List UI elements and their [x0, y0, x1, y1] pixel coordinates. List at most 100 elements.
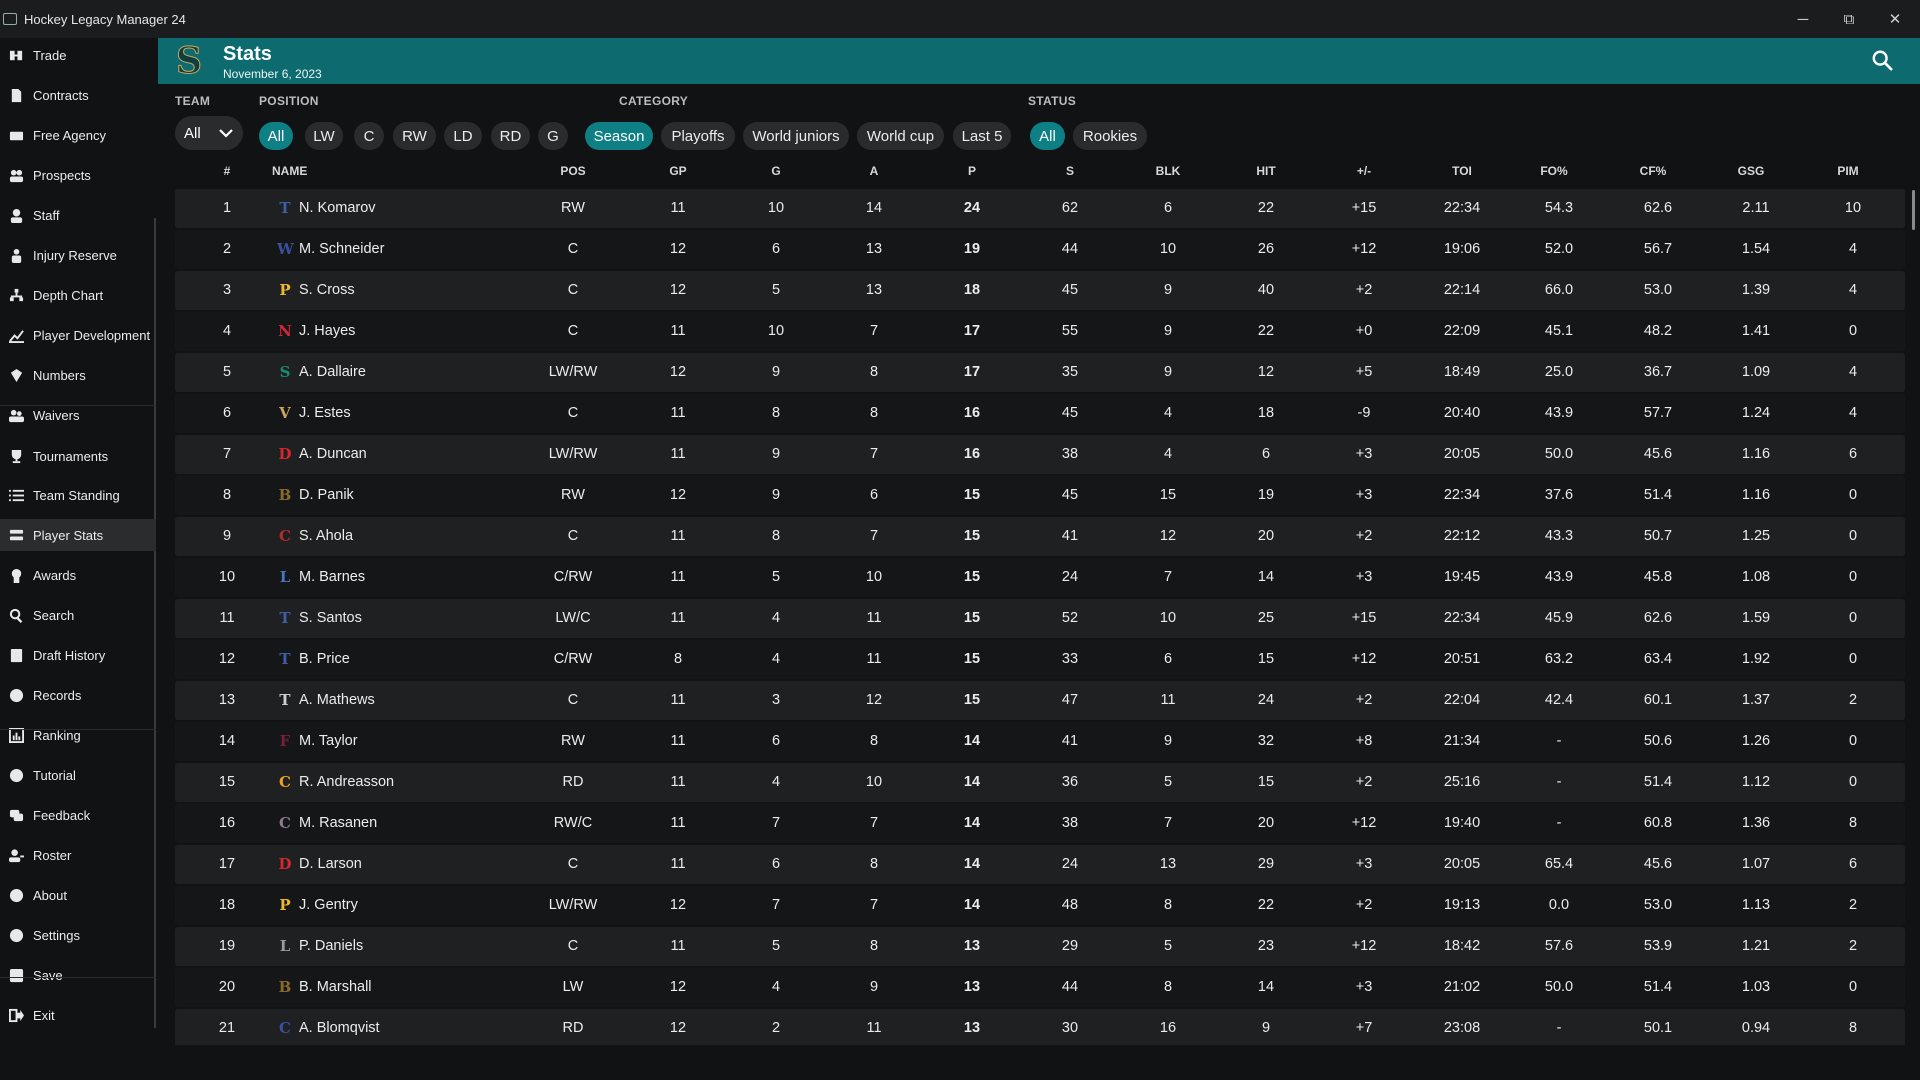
player-name[interactable]: A. Mathews — [299, 692, 375, 708]
sidebar-item-awards[interactable]: Awards — [0, 559, 156, 591]
player-name[interactable]: B. Price — [299, 651, 350, 667]
column-header-toi[interactable]: TOI — [1452, 164, 1472, 178]
column-header-p[interactable]: P — [968, 164, 976, 178]
table-scrollbar[interactable] — [1912, 190, 1915, 230]
category-filter-season[interactable]: Season — [585, 122, 653, 150]
player-name[interactable]: B. Marshall — [299, 979, 372, 995]
sidebar-item-injury-reserve[interactable]: Injury Reserve — [0, 239, 156, 271]
table-row[interactable]: L M. Barnes 10 C/RW 11 5 10 15 24 7 14 +3 19:45 43.9 4… — [175, 558, 1905, 597]
player-name[interactable]: M. Rasanen — [299, 815, 377, 831]
sidebar-item-ranking[interactable]: Ranking — [0, 719, 156, 751]
table-row[interactable]: P S. Cross 3 C 12 5 13 18 45 9 40 +2 22:14 66.0 53.0 1.… — [175, 271, 1905, 310]
player-name[interactable]: S. Ahola — [299, 528, 353, 544]
sidebar-item-about[interactable]: About — [0, 879, 156, 911]
column-header-rank[interactable]: # — [224, 164, 231, 178]
column-header-blk[interactable]: BLK — [1156, 164, 1181, 178]
team-select[interactable]: All — [175, 116, 243, 150]
sidebar-item-free-agency[interactable]: Free Agency — [0, 119, 156, 151]
sidebar-item-team-standing[interactable]: Team Standing — [0, 479, 156, 511]
table-row[interactable]: T B. Price 12 C/RW 8 4 11 15 33 6 15 +12 20:51 63.2 63… — [175, 640, 1905, 679]
sidebar-item-player-stats[interactable]: Player Stats — [0, 519, 156, 551]
sidebar-item-roster[interactable]: Roster — [0, 839, 156, 871]
player-name[interactable]: S. Santos — [299, 610, 362, 626]
table-row[interactable]: C A. Blomqvist 21 RD 12 2 11 13 30 16 9 +7 23:08 - 50.… — [175, 1009, 1905, 1045]
sidebar-item-search[interactable]: Search — [0, 599, 156, 631]
table-row[interactable]: V J. Estes 6 C 11 8 8 16 45 4 18 -9 20:40 43.9 57.7 1.2… — [175, 394, 1905, 433]
column-header-g[interactable]: G — [771, 164, 780, 178]
player-name[interactable]: J. Estes — [299, 405, 351, 421]
column-header-a[interactable]: A — [870, 164, 879, 178]
player-name[interactable]: A. Duncan — [299, 446, 367, 462]
player-name[interactable]: N. Komarov — [299, 200, 376, 216]
sidebar-item-save[interactable]: Save — [0, 959, 156, 991]
column-header-hit[interactable]: HIT — [1256, 164, 1275, 178]
sidebar-item-feedback[interactable]: Feedback — [0, 799, 156, 831]
table-row[interactable]: C S. Ahola 9 C 11 8 7 15 41 12 20 +2 22:12 43.3 50.7 1.… — [175, 517, 1905, 556]
sidebar-item-waivers[interactable]: Waivers — [0, 399, 156, 431]
column-header-s[interactable]: S — [1066, 164, 1074, 178]
column-header-pim[interactable]: PIM — [1837, 164, 1858, 178]
sidebar-item-staff[interactable]: Staff — [0, 199, 156, 231]
table-row[interactable]: F M. Taylor 14 RW 11 6 8 14 41 9 32 +8 21:34 - 50.6 1.2… — [175, 722, 1905, 761]
sidebar-item-exit[interactable]: Exit — [0, 999, 156, 1031]
sidebar-item-depth-chart[interactable]: Depth Chart — [0, 279, 156, 311]
category-filter-world-cup[interactable]: World cup — [857, 122, 944, 150]
table-row[interactable]: D A. Duncan 7 LW/RW 11 9 7 16 38 4 6 +3 20:05 50.0 45.… — [175, 435, 1905, 474]
player-name[interactable]: M. Taylor — [299, 733, 358, 749]
table-row[interactable]: N J. Hayes 4 C 11 10 7 17 55 9 22 +0 22:09 45.1 48.2 1.… — [175, 312, 1905, 351]
table-row[interactable]: D D. Larson 17 C 11 6 8 14 24 13 29 +3 20:05 65.4 45.6… — [175, 845, 1905, 884]
column-header-gp[interactable]: GP — [669, 164, 686, 178]
table-row[interactable]: W M. Schneider 2 C 12 6 13 19 44 10 26 +12 19:06 52.0… — [175, 230, 1905, 269]
position-filter-ld[interactable]: LD — [444, 122, 482, 150]
player-name[interactable]: A. Dallaire — [299, 364, 366, 380]
category-filter-world-juniors[interactable]: World juniors — [743, 122, 849, 150]
table-row[interactable]: S A. Dallaire 5 LW/RW 12 9 8 17 35 9 12 +5 18:49 25.0… — [175, 353, 1905, 392]
close-button[interactable]: ✕ — [1872, 0, 1918, 38]
player-name[interactable]: S. Cross — [299, 282, 355, 298]
category-filter-last-5[interactable]: Last 5 — [953, 122, 1011, 150]
category-filter-playoffs[interactable]: Playoffs — [661, 122, 735, 150]
position-filter-all[interactable]: All — [259, 122, 293, 150]
sidebar-item-settings[interactable]: Settings — [0, 919, 156, 951]
position-filter-c[interactable]: C — [354, 122, 384, 150]
table-row[interactable]: L P. Daniels 19 C 11 5 8 13 29 5 23 +12 18:42 57.6 53.… — [175, 927, 1905, 966]
table-row[interactable]: P J. Gentry 18 LW/RW 12 7 7 14 48 8 22 +2 19:13 0.0 53… — [175, 886, 1905, 925]
table-row[interactable]: T S. Santos 11 LW/C 11 4 11 15 52 10 25 +15 22:34 45.… — [175, 599, 1905, 638]
sidebar-item-prospects[interactable]: Prospects — [0, 159, 156, 191]
player-name[interactable]: D. Larson — [299, 856, 362, 872]
player-name[interactable]: M. Barnes — [299, 569, 365, 585]
sidebar-item-draft-history[interactable]: Draft History — [0, 639, 156, 671]
column-header-name[interactable]: NAME — [272, 164, 307, 178]
player-name[interactable]: A. Blomqvist — [299, 1020, 380, 1036]
player-name[interactable]: D. Panik — [299, 487, 354, 503]
player-name[interactable]: R. Andreasson — [299, 774, 394, 790]
table-row[interactable]: T A. Mathews 13 C 11 3 12 15 47 11 24 +2 22:04 42.4 60… — [175, 681, 1905, 720]
position-filter-g[interactable]: G — [538, 122, 568, 150]
position-filter-rd[interactable]: RD — [491, 122, 530, 150]
table-row[interactable]: C M. Rasanen 16 RW/C 11 7 7 14 38 7 20 +12 19:40 - 60.… — [175, 804, 1905, 843]
status-filter-rookies[interactable]: Rookies — [1073, 122, 1147, 150]
sidebar-item-numbers[interactable]: Numbers — [0, 359, 156, 391]
minimize-button[interactable]: ─ — [1780, 0, 1826, 38]
status-filter-all[interactable]: All — [1030, 122, 1065, 150]
sidebar-item-tournaments[interactable]: Tournaments — [0, 440, 156, 472]
column-header-cf[interactable]: CF% — [1640, 164, 1667, 178]
position-filter-rw[interactable]: RW — [393, 122, 436, 150]
column-header-gsg[interactable]: GSG — [1738, 164, 1765, 178]
player-name[interactable]: M. Schneider — [299, 241, 384, 257]
table-row[interactable]: T N. Komarov 1 RW 11 10 14 24 62 6 22 +15 22:34 54.3 6… — [175, 189, 1905, 228]
table-row[interactable]: B D. Panik 8 RW 12 9 6 15 45 15 19 +3 22:34 37.6 51.4 1… — [175, 476, 1905, 515]
position-filter-lw[interactable]: LW — [305, 122, 343, 150]
column-header-pos[interactable]: POS — [560, 164, 585, 178]
column-header-fo[interactable]: FO% — [1540, 164, 1567, 178]
search-button[interactable] — [1871, 49, 1895, 73]
sidebar-item-player-development[interactable]: Player Development — [0, 319, 156, 351]
sidebar-item-tutorial[interactable]: Tutorial — [0, 759, 156, 791]
player-name[interactable]: J. Hayes — [299, 323, 355, 339]
maximize-button[interactable]: ⧉ — [1826, 0, 1872, 38]
table-row[interactable]: C R. Andreasson 15 RD 11 4 10 14 36 5 15 +2 25:16 - 51… — [175, 763, 1905, 802]
sidebar-item-contracts[interactable]: Contracts — [0, 79, 156, 111]
player-name[interactable]: P. Daniels — [299, 938, 363, 954]
sidebar-item-trade[interactable]: Trade — [0, 39, 156, 71]
table-row[interactable]: B B. Marshall 20 LW 12 4 9 13 44 8 14 +3 21:02 50.0 51… — [175, 968, 1905, 1007]
